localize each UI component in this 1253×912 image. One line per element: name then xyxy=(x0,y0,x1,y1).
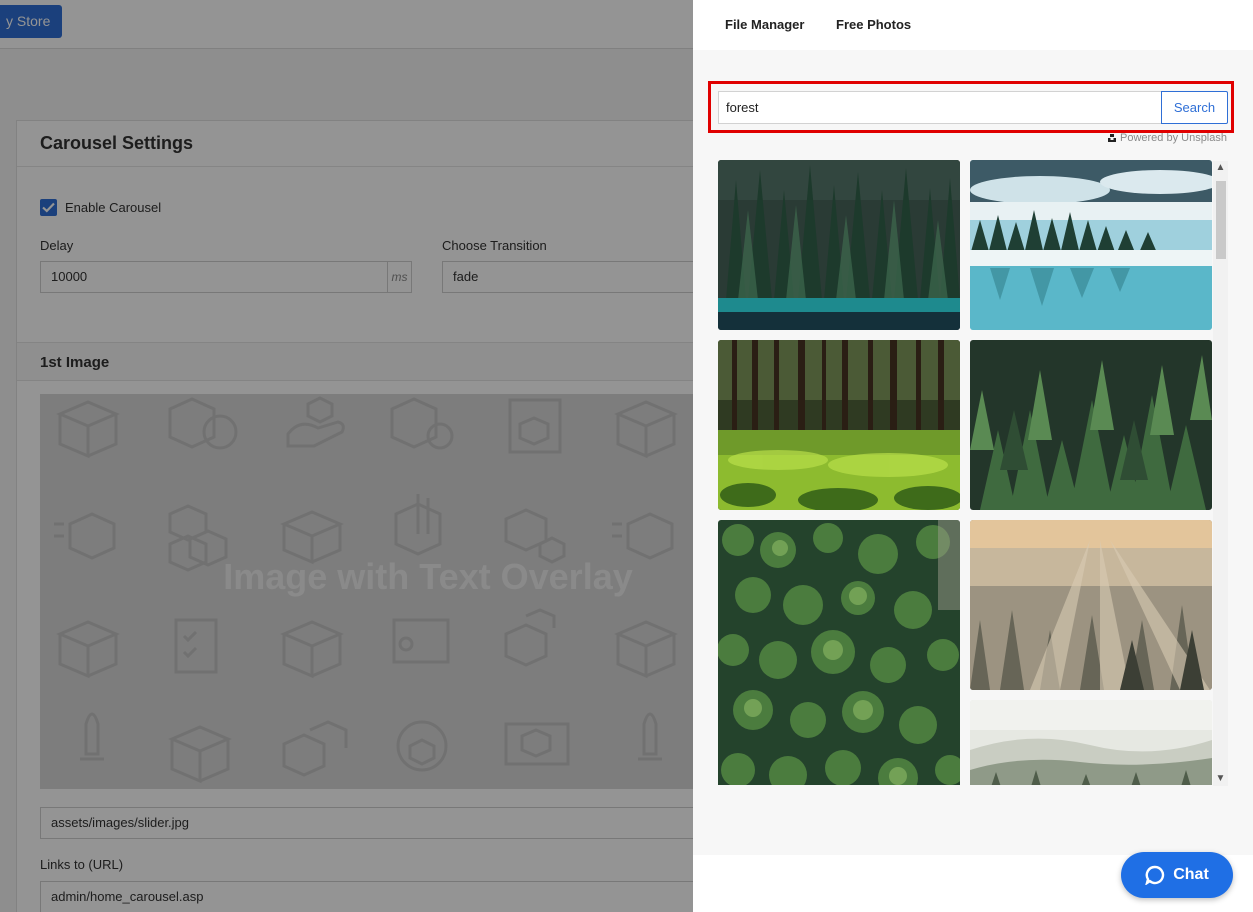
free-photos-body: Search Powered by Unsplash xyxy=(693,50,1253,855)
forest-lake-photo xyxy=(718,160,960,330)
gallery-scrollbar[interactable]: ▲ ▼ xyxy=(1213,161,1228,786)
scrollbar-thumb[interactable] xyxy=(1216,181,1226,259)
search-highlight-box: Search xyxy=(708,81,1234,133)
photo-thumb-6[interactable] xyxy=(970,520,1212,690)
photo-search-input[interactable] xyxy=(718,91,1163,124)
foggy-sunrise-photo xyxy=(970,520,1212,690)
panel-tabs: File Manager Free Photos xyxy=(693,0,1253,50)
photo-thumb-4[interactable] xyxy=(970,340,1212,510)
misty-lake-photo xyxy=(970,160,1212,330)
misty-hills-photo xyxy=(970,700,1212,785)
photo-thumb-3[interactable] xyxy=(718,340,960,510)
chat-bubble-icon xyxy=(1145,865,1165,885)
tab-file-manager[interactable]: File Manager xyxy=(725,17,804,32)
aerial-forest-photo xyxy=(718,520,960,785)
search-button[interactable]: Search xyxy=(1161,91,1228,124)
powered-by-text: Powered by Unsplash xyxy=(1119,132,1227,144)
photo-thumb-1[interactable] xyxy=(718,160,960,330)
tab-free-photos[interactable]: Free Photos xyxy=(836,17,911,32)
photo-thumb-2[interactable] xyxy=(970,160,1212,330)
photo-thumb-7[interactable] xyxy=(970,700,1212,785)
scroll-up-icon[interactable]: ▲ xyxy=(1213,161,1228,175)
unsplash-logo-icon xyxy=(1107,134,1116,142)
chat-button[interactable]: Chat xyxy=(1121,852,1233,898)
photo-gallery xyxy=(718,160,1228,785)
media-panel: File Manager Free Photos Search Powered … xyxy=(693,0,1253,912)
photo-thumb-5[interactable] xyxy=(718,520,960,785)
modal-backdrop[interactable] xyxy=(0,0,693,912)
scroll-down-icon[interactable]: ▼ xyxy=(1213,772,1228,786)
sunlit-forest-photo xyxy=(718,340,960,510)
fir-treetops-photo xyxy=(970,340,1212,510)
chat-label: Chat xyxy=(1173,866,1209,883)
powered-by-unsplash[interactable]: Powered by Unsplash xyxy=(1107,132,1227,144)
